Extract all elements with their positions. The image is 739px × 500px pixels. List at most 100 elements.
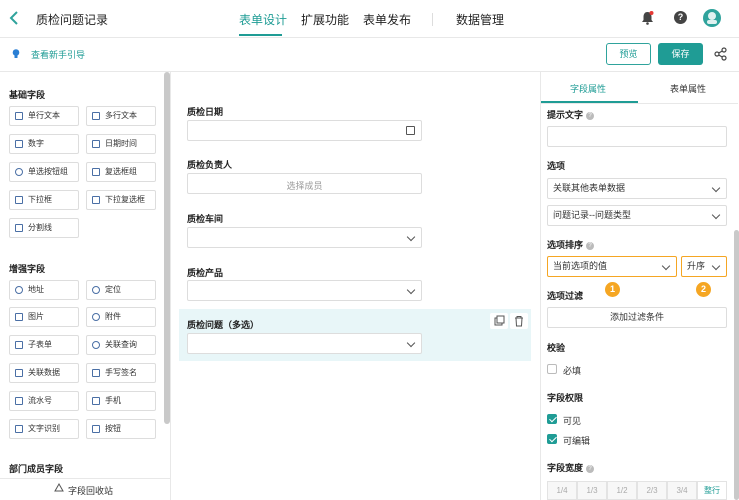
field-number[interactable]: 数字	[9, 134, 79, 154]
field-phone[interactable]: 手机	[86, 391, 156, 411]
dropdown-icon	[15, 196, 23, 204]
field-ocr[interactable]: 文字识别	[9, 419, 79, 439]
required-checkbox[interactable]	[547, 364, 557, 374]
preview-button[interactable]: 预览	[606, 43, 651, 65]
width-option-quarter[interactable]: 1/4	[547, 481, 577, 500]
workshop-select[interactable]	[187, 227, 422, 248]
attachment-icon	[92, 313, 100, 321]
crosshair-icon	[92, 286, 100, 294]
tab-divider	[541, 103, 738, 104]
inspection-date-input[interactable]	[187, 120, 422, 141]
required-label: 必填	[563, 366, 582, 376]
options-form-select[interactable]: 问题记录--问题类型	[547, 205, 727, 226]
width-option-half[interactable]: 1/2	[607, 481, 637, 500]
tab-data-management[interactable]: 数据管理	[456, 11, 504, 28]
field-attachment[interactable]: 附件	[86, 307, 156, 327]
palette-scrollbar[interactable]	[164, 72, 170, 424]
field-serial-number[interactable]: 流水号	[9, 391, 79, 411]
app-title: 质检问题记录	[36, 13, 109, 27]
field-single-line-text[interactable]: 单行文本	[9, 106, 79, 126]
chevron-down-icon	[711, 183, 721, 193]
phone-icon	[92, 397, 100, 405]
button-icon	[92, 425, 100, 433]
onboarding-guide-link[interactable]: 查看新手引导	[31, 48, 85, 61]
checkbox-icon	[92, 168, 100, 176]
product-select[interactable]	[187, 280, 422, 301]
divider	[432, 13, 433, 26]
chevron-down-icon	[711, 261, 721, 271]
chevron-down-icon	[406, 232, 416, 242]
radio-icon	[15, 168, 23, 176]
field-signature[interactable]: 手写签名	[86, 363, 156, 383]
annotation-badge-1: 1	[605, 282, 620, 297]
visible-label: 可见	[563, 416, 582, 426]
pen-icon	[92, 369, 100, 377]
question-icon[interactable]: ?	[586, 242, 595, 250]
active-tab-indicator	[239, 34, 282, 36]
field-dropdown-multi[interactable]: 下拉复选框	[86, 190, 156, 210]
field-subform[interactable]: 子表单	[9, 335, 79, 355]
field-multi-line-text[interactable]: 多行文本	[86, 106, 156, 126]
text-icon	[15, 112, 23, 120]
save-button[interactable]: 保存	[658, 43, 703, 65]
hint-text-label: 提示文字?	[547, 108, 595, 121]
field-permission-label: 字段权限	[547, 393, 584, 403]
width-option-third[interactable]: 1/3	[577, 481, 607, 500]
lightbulb-icon	[12, 49, 20, 59]
sort-by-select[interactable]: 当前选项的值	[547, 256, 677, 277]
tab-extensions[interactable]: 扩展功能	[301, 11, 349, 28]
field-divider[interactable]: 分割线	[9, 218, 79, 238]
tab-publish[interactable]: 表单发布	[363, 11, 411, 28]
question-icon[interactable]: ?	[586, 112, 595, 120]
field-checkbox-group[interactable]: 复选框组	[86, 162, 156, 182]
bell-icon[interactable]	[641, 11, 654, 25]
field-datetime[interactable]: 日期时间	[86, 134, 156, 154]
back-arrow-icon[interactable]	[8, 9, 22, 27]
field-address[interactable]: 地址	[9, 280, 79, 300]
field-button[interactable]: 按钮	[86, 419, 156, 439]
tab-field-properties[interactable]: 字段属性	[570, 82, 606, 95]
chevron-down-icon	[406, 285, 416, 295]
basic-fields-title: 基础字段	[9, 90, 46, 100]
share-icon[interactable]	[712, 45, 730, 63]
width-option-three-quarters[interactable]: 3/4	[667, 481, 697, 500]
tab-form-design[interactable]: 表单设计	[239, 11, 287, 28]
issues-multi-select[interactable]	[187, 333, 422, 354]
field-linked-query[interactable]: 关联查询	[86, 335, 156, 355]
copy-icon[interactable]	[490, 313, 508, 329]
width-option-two-thirds[interactable]: 2/3	[637, 481, 667, 500]
tab-form-properties[interactable]: 表单属性	[670, 82, 706, 95]
field-radio-group[interactable]: 单选按钮组	[9, 162, 79, 182]
chevron-down-icon	[711, 210, 721, 220]
serial-icon	[15, 397, 23, 405]
properties-scrollbar[interactable]	[734, 230, 739, 500]
enhanced-fields-title: 增强字段	[9, 264, 46, 274]
field-dropdown[interactable]: 下拉框	[9, 190, 79, 210]
field-label-product: 质检产品	[187, 268, 224, 278]
field-width-label: 字段宽度?	[547, 461, 595, 474]
link-data-icon	[15, 369, 23, 377]
hint-text-input[interactable]	[547, 126, 727, 147]
calendar-icon	[406, 126, 415, 135]
sort-order-select[interactable]: 升序	[681, 256, 727, 277]
help-icon[interactable]: ?	[674, 11, 687, 24]
field-label-inspection-date: 质检日期	[187, 107, 224, 117]
add-filter-button[interactable]: 添加过滤条件	[547, 307, 727, 328]
options-source-select[interactable]: 关联其他表单数据	[547, 178, 727, 199]
trash-icon[interactable]	[510, 313, 528, 329]
inspector-member-picker[interactable]: 选择成员	[187, 173, 422, 194]
field-label-workshop: 质检车间	[187, 214, 224, 224]
option-sort-label: 选项排序?	[547, 238, 595, 251]
width-option-full[interactable]: 整行	[697, 481, 727, 500]
validation-label: 校验	[547, 343, 566, 353]
field-geolocation[interactable]: 定位	[86, 280, 156, 300]
field-linked-data[interactable]: 关联数据	[9, 363, 79, 383]
editable-checkbox[interactable]	[547, 434, 557, 444]
field-image[interactable]: 图片	[9, 307, 79, 327]
field-label-issues: 质检问题（多选）	[187, 320, 260, 330]
visible-checkbox[interactable]	[547, 414, 557, 424]
question-icon[interactable]: ?	[586, 465, 595, 473]
department-member-fields-title: 部门成员字段	[9, 464, 64, 474]
dropdown-multi-icon	[92, 196, 100, 204]
avatar[interactable]	[703, 9, 721, 27]
